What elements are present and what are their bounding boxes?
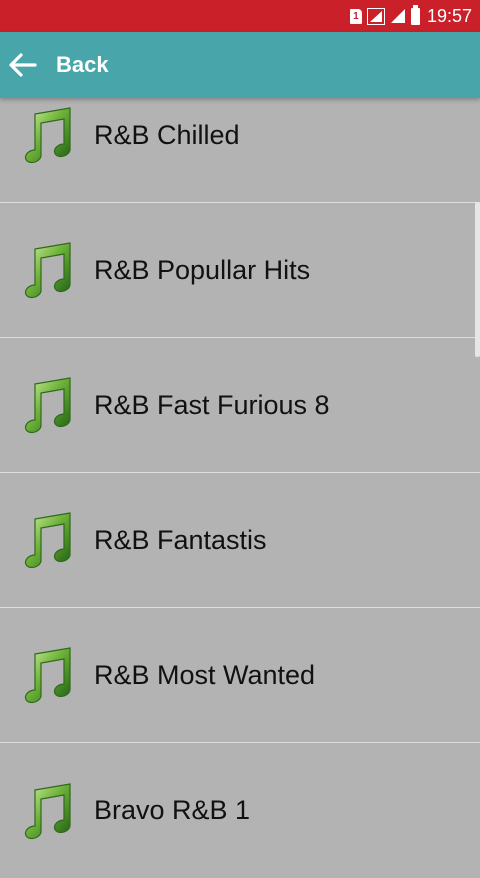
music-note-icon [20,782,74,840]
battery-icon [410,4,420,25]
music-note-icon [20,646,74,704]
cell-signal-icon [390,8,406,24]
list-item-rnb-chilled[interactable]: R&B Chilled [0,68,480,203]
music-note-icon [20,241,74,299]
wifi-signal-icon [366,7,385,25]
music-note-icon [20,511,74,569]
scrollbar[interactable] [475,202,480,357]
list-item-label: R&B Chilled [94,119,240,150]
status-icons: 1 19:57 [349,0,472,32]
list-item-bravo-rnb-1[interactable]: Bravo R&B 1 [0,743,480,878]
list-item-label: R&B Most Wanted [94,659,316,690]
music-note-icon [20,376,74,434]
list-item-rnb-fast-furious-8[interactable]: R&B Fast Furious 8 [0,338,480,473]
list-item-label: Bravo R&B 1 [94,795,251,825]
list-item-label: R&B Popullar Hits [94,254,311,285]
status-bar: 1 19:57 [0,0,480,32]
status-time: 19:57 [426,5,472,26]
music-note-icon [20,106,74,164]
list-item-label: R&B Fantastis [94,524,267,555]
list-item-rnb-most-wanted[interactable]: R&B Most Wanted [0,608,480,743]
list-item-label: R&B Fast Furious 8 [94,389,330,420]
list-item-rnb-popullar-hits[interactable]: R&B Popullar Hits [0,203,480,338]
sim-card-icon: 1 [349,8,362,24]
list-item-rnb-fantastis[interactable]: R&B Fantastis [0,473,480,608]
